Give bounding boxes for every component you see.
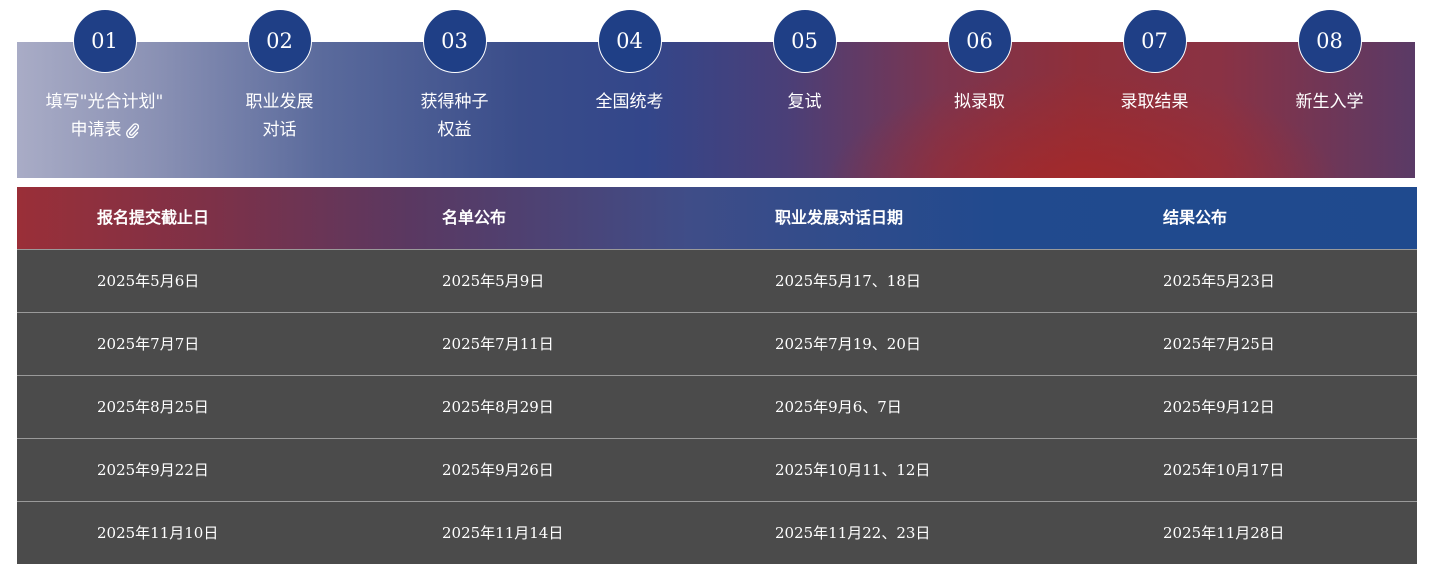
step-number: 06: [947, 9, 1012, 73]
step-number: 02: [247, 9, 312, 73]
cell-dialogue-date: 2025年5月17、18日: [775, 272, 921, 290]
step-08[interactable]: 08 新生入学: [1242, 0, 1417, 116]
cell-deadline: 2025年7月7日: [97, 335, 200, 353]
header-list-announcement: 名单公布: [442, 208, 507, 227]
step-label: 拟录取: [954, 92, 1005, 112]
cell-dialogue-date: 2025年10月11、12日: [775, 461, 931, 479]
cell-result-date: 2025年11月28日: [1163, 524, 1285, 542]
cell-result-date: 2025年10月17日: [1163, 461, 1285, 479]
header-result-announcement: 结果公布: [1163, 208, 1228, 227]
step-label: 新生入学: [1295, 92, 1364, 112]
table-header: 报名提交截止日 名单公布 职业发展对话日期 结果公布: [17, 187, 1417, 249]
step-02[interactable]: 02 职业发展 对话: [192, 0, 367, 144]
step-06[interactable]: 06 拟录取: [892, 0, 1067, 116]
schedule-table: 报名提交截止日 名单公布 职业发展对话日期 结果公布 2025年5月6日 202…: [17, 187, 1417, 564]
step-number: 03: [422, 9, 487, 73]
step-label: 全国统考: [595, 92, 664, 112]
cell-list-date: 2025年11月14日: [442, 524, 564, 542]
header-submission-deadline: 报名提交截止日: [97, 208, 210, 227]
table-row: 2025年8月25日 2025年8月29日 2025年9月6、7日 2025年9…: [17, 375, 1417, 438]
step-number: 08: [1297, 9, 1362, 73]
step-number: 05: [772, 9, 837, 73]
cell-list-date: 2025年8月29日: [442, 398, 554, 416]
cell-deadline: 2025年11月10日: [97, 524, 219, 542]
step-label: 填写"光合计划" 申请表: [45, 92, 164, 140]
cell-dialogue-date: 2025年9月6、7日: [775, 398, 902, 416]
step-number: 01: [72, 9, 137, 73]
cell-deadline: 2025年9月22日: [97, 461, 209, 479]
step-03[interactable]: 03 获得种子 权益: [367, 0, 542, 144]
cell-list-date: 2025年9月26日: [442, 461, 554, 479]
cell-dialogue-date: 2025年7月19、20日: [775, 335, 921, 353]
table-row: 2025年7月7日 2025年7月11日 2025年7月19、20日 2025年…: [17, 312, 1417, 375]
cell-list-date: 2025年7月11日: [442, 335, 554, 353]
step-number: 04: [597, 9, 662, 73]
table-row: 2025年5月6日 2025年5月9日 2025年5月17、18日 2025年5…: [17, 249, 1417, 312]
cell-dialogue-date: 2025年11月22、23日: [775, 524, 931, 542]
step-label: 录取结果: [1120, 92, 1189, 112]
step-label: 获得种子 权益: [420, 92, 489, 140]
step-05[interactable]: 05 复试: [717, 0, 892, 116]
cell-list-date: 2025年5月9日: [442, 272, 545, 290]
step-number: 07: [1122, 9, 1187, 73]
paperclip-icon[interactable]: [125, 122, 139, 138]
cell-deadline: 2025年5月6日: [97, 272, 200, 290]
step-label: 复试: [787, 92, 822, 112]
cell-deadline: 2025年8月25日: [97, 398, 209, 416]
table-row: 2025年11月10日 2025年11月14日 2025年11月22、23日 2…: [17, 501, 1417, 564]
step-label: 职业发展 对话: [245, 92, 314, 140]
cell-result-date: 2025年5月23日: [1163, 272, 1275, 290]
cell-result-date: 2025年9月12日: [1163, 398, 1275, 416]
step-04[interactable]: 04 全国统考: [542, 0, 717, 116]
header-dialogue-date: 职业发展对话日期: [775, 208, 904, 227]
process-steps: 01 填写"光合计划" 申请表 02 职业发展 对话 03 获得种子 权益 04…: [17, 0, 1415, 178]
cell-result-date: 2025年7月25日: [1163, 335, 1275, 353]
step-01[interactable]: 01 填写"光合计划" 申请表: [17, 0, 192, 144]
step-07[interactable]: 07 录取结果: [1067, 0, 1242, 116]
table-row: 2025年9月22日 2025年9月26日 2025年10月11、12日 202…: [17, 438, 1417, 501]
